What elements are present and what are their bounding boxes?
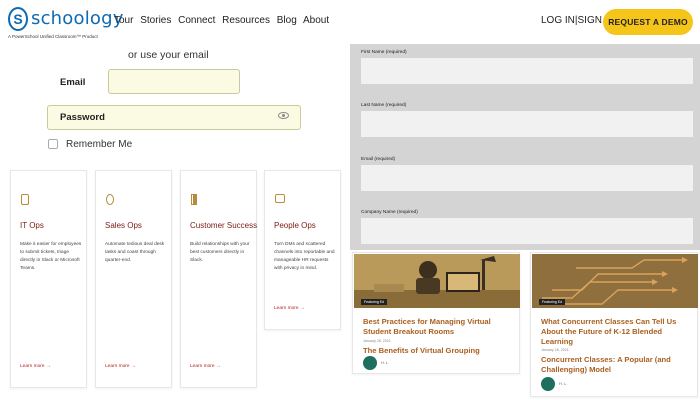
last-name-input[interactable] [361, 111, 693, 137]
demo-request-form: First Name (required) Last Name (require… [350, 44, 700, 250]
card-title: People Ops [274, 221, 316, 230]
blog-card[interactable]: Featuring Ed What Concurrent Classes Can… [530, 252, 698, 397]
nav-blog[interactable]: Blog [277, 15, 297, 26]
request-demo-button[interactable]: REQUEST A DEMO [603, 9, 693, 35]
blog-card[interactable]: Featuring Ed Best Practices for Managing… [352, 252, 520, 374]
first-name-label: First Name (required) [361, 50, 407, 55]
nav-about[interactable]: About [303, 15, 329, 26]
card-customer-success: Customer Success Build relationships wit… [180, 170, 257, 388]
card-title: Sales Ops [105, 221, 142, 230]
coin-icon [106, 194, 114, 205]
main-nav: Tour Stories Connect Resources Blog Abou… [114, 15, 333, 26]
site-header: S schoology A PowerSchool Unified Classr… [0, 0, 700, 44]
people-icon [275, 194, 285, 203]
remember-me-label: Remember Me [66, 139, 133, 150]
blog-subtitle: The Benefits of Virtual Grouping [363, 346, 480, 355]
email-label: Email [60, 77, 86, 88]
ticket-icon [21, 194, 29, 205]
company-name-input[interactable] [361, 218, 693, 244]
email-label: Email (required) [361, 157, 396, 162]
card-people-ops: People Ops Turn DMs and scattered channe… [264, 170, 341, 330]
nav-connect[interactable]: Connect [178, 15, 215, 26]
schoology-logo[interactable]: S schoology A PowerSchool Unified Classr… [8, 7, 123, 41]
card-sales-ops: Sales Ops Automate tedious deal desk tas… [95, 170, 172, 388]
flag-icon [191, 194, 197, 205]
author-name: H. L. [381, 361, 390, 365]
blog-subtitle: Concurrent Classes: A Popular (and Chall… [541, 355, 671, 374]
email-input[interactable] [108, 69, 240, 94]
learn-more-link[interactable]: Learn more → [105, 364, 136, 369]
author-name: H. L. [559, 382, 568, 386]
blog-tag: Featuring Ed [539, 299, 566, 305]
schoology-logo-icon: S [8, 7, 28, 31]
first-name-input[interactable] [361, 58, 693, 84]
email-input[interactable] [361, 165, 693, 191]
card-description: Turn DMs and scattered channels into rep… [274, 242, 335, 271]
learn-more-link[interactable]: Learn more → [190, 364, 221, 369]
blog-title[interactable]: What Concurrent Classes Can Tell Us Abou… [541, 317, 693, 347]
card-description: Automate tedious deal desk tasks and coa… [105, 242, 165, 263]
logo-tagline: A PowerSchool Unified Classroom™ Product [8, 34, 98, 39]
remember-me-checkbox[interactable] [48, 139, 58, 149]
blog-date: January 26, 2021 [541, 348, 569, 352]
show-password-eye-icon[interactable] [278, 112, 289, 119]
blog-tag: Featuring Ed [361, 299, 388, 305]
or-use-email-text: or use your email [128, 49, 209, 61]
blog-title[interactable]: Best Practices for Managing Virtual Stud… [363, 317, 515, 337]
learn-more-link[interactable]: Learn more → [20, 364, 51, 369]
password-label: Password [60, 112, 105, 123]
nav-stories[interactable]: Stories [140, 15, 171, 26]
author-avatar [541, 377, 555, 391]
last-name-label: Last Name (required) [361, 103, 407, 108]
card-title: Customer Success [190, 221, 258, 230]
login-link[interactable]: LOG IN [541, 15, 575, 26]
card-description: Make it easier for employees to submit t… [20, 242, 82, 271]
nav-resources[interactable]: Resources [222, 15, 270, 26]
logo-wordmark: schoology [31, 8, 124, 29]
learn-more-link[interactable]: Learn more → [274, 306, 305, 311]
card-title: IT Ops [20, 221, 44, 230]
blog-date: January 28, 2021 [363, 339, 391, 343]
author-avatar [363, 356, 377, 370]
nav-tour[interactable]: Tour [114, 15, 133, 26]
card-it-ops: IT Ops Make it easier for employees to s… [10, 170, 87, 388]
company-name-label: Company Name (required) [361, 210, 418, 215]
card-description: Build relationships with your best custo… [190, 242, 250, 263]
